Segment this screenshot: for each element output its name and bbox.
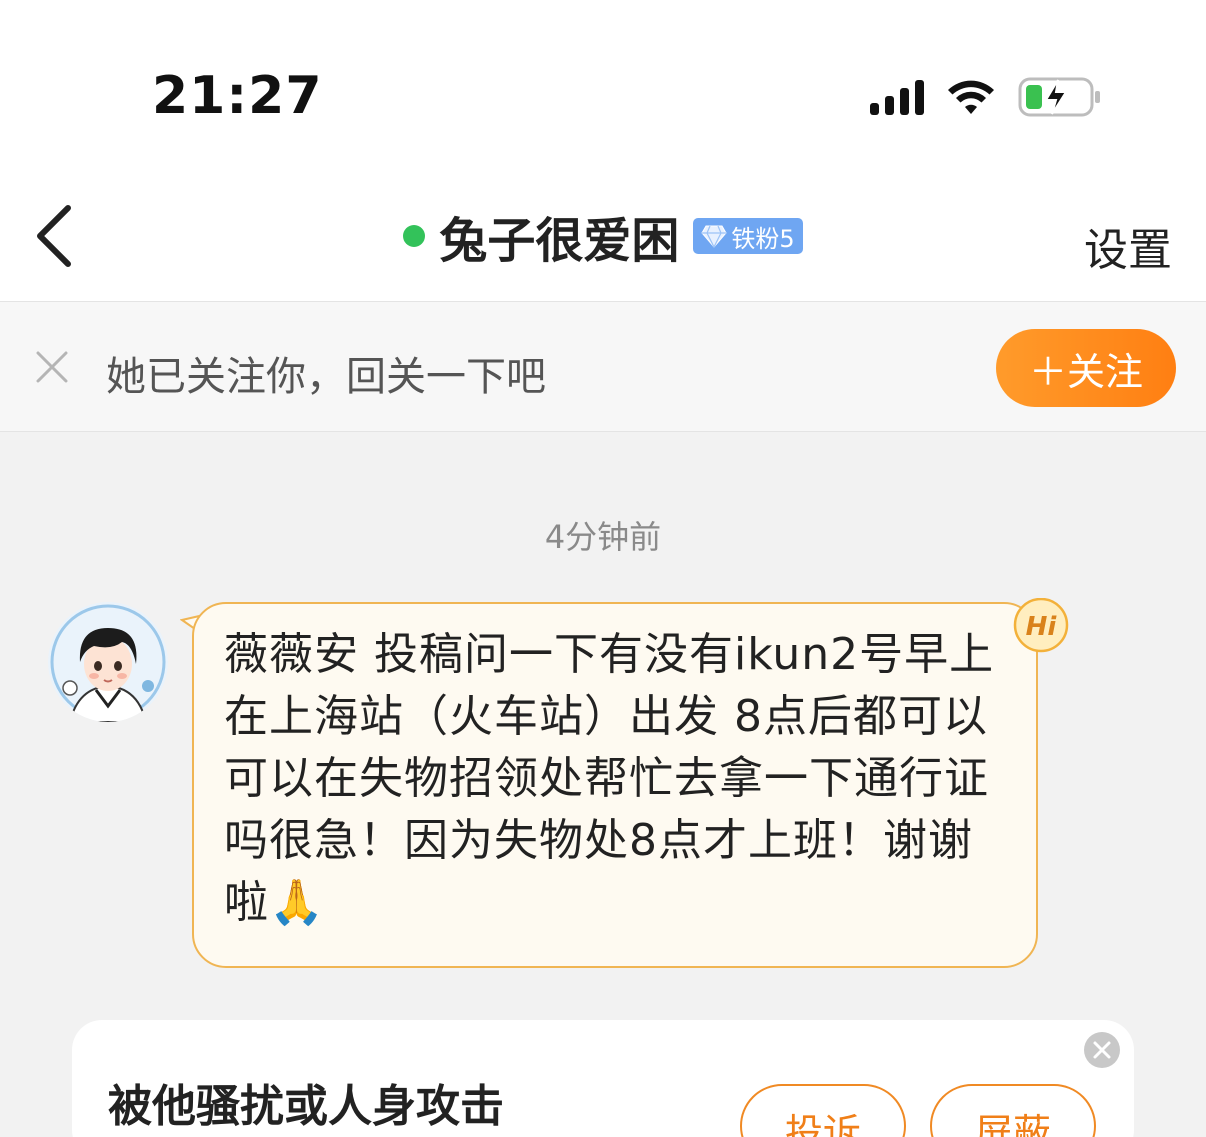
hi-badge-label: Hi [1026, 612, 1058, 642]
settings-button[interactable]: 设置 [1084, 214, 1172, 278]
close-icon[interactable] [34, 349, 70, 385]
battery-charging-icon [1018, 76, 1102, 118]
message-bubble[interactable]: 薇薇安 投稿问一下有没有ikun2号早上在上海站（火车站）出发 8点后都可以 可… [192, 602, 1038, 968]
status-time: 21:27 [152, 66, 323, 126]
close-card-icon[interactable] [1084, 1032, 1120, 1068]
online-status-dot [403, 225, 426, 247]
contact-name: 兔子很爱困 [439, 213, 680, 269]
status-bar: 21:27 [0, 0, 1206, 190]
diamond-icon [701, 224, 727, 248]
avatar[interactable] [48, 602, 168, 722]
message-timestamp: 4分钟前 [544, 518, 662, 556]
signal-icon [870, 79, 924, 115]
chat-header: 兔子很爱困 铁粉5 设置 [0, 170, 1206, 302]
report-card-title: 被他骚扰或人身攻击 [108, 1081, 504, 1132]
complain-button[interactable]: 投诉 [740, 1084, 906, 1137]
fan-level-badge: 铁粉5 [693, 218, 803, 254]
status-icons [870, 74, 1102, 120]
report-card: 被他骚扰或人身攻击 投诉 屏蔽 [72, 1020, 1134, 1137]
follow-back-banner: 她已关注你，回关一下吧 ＋关注 [0, 302, 1206, 432]
hi-badge-icon: Hi [1012, 597, 1070, 654]
block-button[interactable]: 屏蔽 [930, 1084, 1096, 1137]
follow-button[interactable]: ＋关注 [996, 329, 1176, 407]
contact-header[interactable]: 兔子很爱困 铁粉5 [0, 204, 1206, 269]
follow-back-text: 她已关注你，回关一下吧 [106, 354, 546, 400]
fan-level-label: 铁粉5 [731, 224, 795, 253]
wifi-icon [946, 78, 996, 116]
message-text: 薇薇安 投稿问一下有没有ikun2号早上在上海站（火车站）出发 8点后都可以 可… [224, 629, 995, 928]
